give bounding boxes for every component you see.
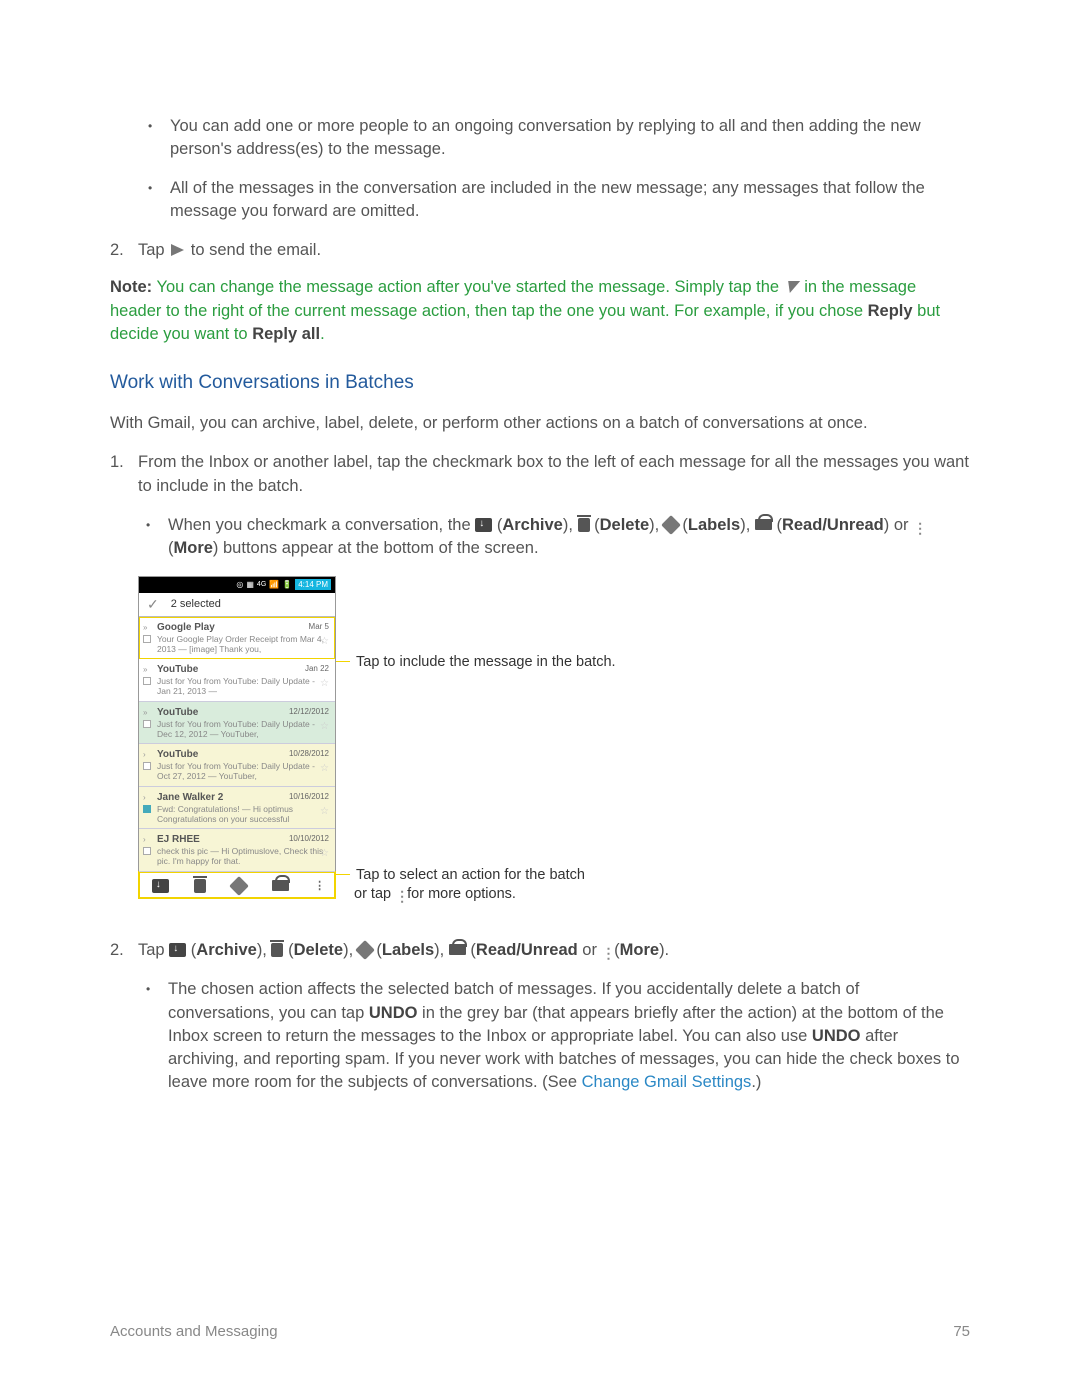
callout-text: or tap (354, 886, 395, 902)
note-block: Note: You can change the message action … (110, 276, 970, 345)
archive-icon (475, 518, 492, 532)
archive-icon (152, 879, 169, 893)
read-unread-icon (272, 880, 289, 891)
page-footer: Accounts and Messaging 75 (110, 1321, 970, 1342)
bold: Read/Unread (782, 516, 884, 534)
delete-icon (271, 943, 283, 957)
read-unread-icon (755, 519, 772, 530)
bold: UNDO (369, 1004, 418, 1022)
section-heading: Work with Conversations in Batches (110, 370, 970, 397)
text: ) or (884, 516, 913, 534)
message-row: ›YouTubeJust for You from YouTube: Daily… (139, 744, 335, 787)
message-row: »YouTubeJust for You from YouTube: Daily… (139, 659, 335, 702)
batch-step-1: 1. From the Inbox or another label, tap … (138, 451, 970, 903)
labels-icon (661, 515, 681, 535)
callout-text: Tap to include the message in the batch. (356, 654, 616, 670)
phone-mock: ◎▦4G📶🔋4:14 PM ✓ 2 selected »Google PlayY… (138, 576, 336, 899)
step-2: 2. Tap to send the email. (138, 239, 970, 262)
text: From the Inbox or another label, tap the… (138, 453, 969, 494)
bullet-item: You can add one or more people to an ong… (170, 115, 970, 161)
text: Tap (138, 241, 169, 259)
callouts: Tap to include the message in the batch.… (336, 576, 970, 904)
selected-count: 2 selected (171, 597, 221, 612)
section-intro: With Gmail, you can archive, label, dele… (110, 412, 970, 435)
pencil-icon (783, 281, 799, 293)
batch-step-2: 2. Tap (Archive), (Delete), (Labels), (R… (138, 939, 970, 1094)
callout-text: Tap to select an action for the batch (356, 867, 585, 883)
archive-icon (169, 943, 186, 957)
text: or (578, 941, 602, 959)
delete-icon (578, 518, 590, 532)
bold: Archive (502, 516, 563, 534)
callout-text: for more options. (403, 886, 516, 902)
message-row: ›EJ RHEEcheck this pic — Hi Optimuslove,… (139, 829, 335, 872)
text: . (320, 325, 325, 343)
status-bar: ◎▦4G📶🔋4:14 PM (139, 577, 335, 593)
batch-sub-bullet: When you checkmark a conversation, the (… (168, 514, 970, 560)
batch-step2-sub: The chosen action affects the selected b… (168, 978, 970, 1093)
bold: Labels (382, 941, 434, 959)
bullet-item: All of the messages in the conversation … (170, 177, 970, 223)
message-row: »Google PlayYour Google Play Order Recei… (139, 617, 335, 660)
message-row: ›Jane Walker 2Fwd: Congratulations! — Hi… (139, 787, 335, 830)
send-icon (171, 244, 184, 256)
bold: More (620, 941, 659, 959)
labels-icon (355, 940, 375, 960)
bold: Read/Unread (476, 941, 578, 959)
bold: Labels (688, 516, 740, 534)
bold: Delete (600, 516, 650, 534)
text: .) (751, 1073, 761, 1091)
bold: Reply (868, 302, 913, 320)
text: When you checkmark a conversation, the (168, 516, 475, 534)
more-icon (602, 951, 610, 955)
more-icon (314, 884, 322, 888)
bold: Delete (294, 941, 344, 959)
status-time: 4:14 PM (295, 579, 331, 590)
text: ) buttons appear at the bottom of the sc… (213, 539, 539, 557)
change-gmail-settings-link[interactable]: Change Gmail Settings (582, 1073, 752, 1091)
bottom-action-bar (139, 872, 335, 898)
labels-icon (229, 876, 249, 896)
text: Tap (138, 941, 169, 959)
footer-left: Accounts and Messaging (110, 1321, 278, 1342)
read-unread-icon (449, 944, 466, 955)
bold: Archive (196, 941, 257, 959)
footer-page-number: 75 (953, 1321, 970, 1342)
more-icon (913, 526, 921, 530)
bold: Reply all (252, 325, 320, 343)
bold: UNDO (812, 1027, 861, 1045)
delete-icon (194, 879, 206, 893)
selection-bar: ✓ 2 selected (139, 593, 335, 617)
bold: More (174, 539, 213, 557)
more-icon (395, 894, 403, 898)
text: to send the email. (191, 241, 321, 259)
phone-illustration: ◎▦4G📶🔋4:14 PM ✓ 2 selected »Google PlayY… (138, 576, 970, 904)
note-label: Note: (110, 278, 152, 296)
message-row: »YouTubeJust for You from YouTube: Daily… (139, 702, 335, 745)
text: You can change the message action after … (152, 278, 783, 296)
check-icon: ✓ (147, 595, 159, 615)
